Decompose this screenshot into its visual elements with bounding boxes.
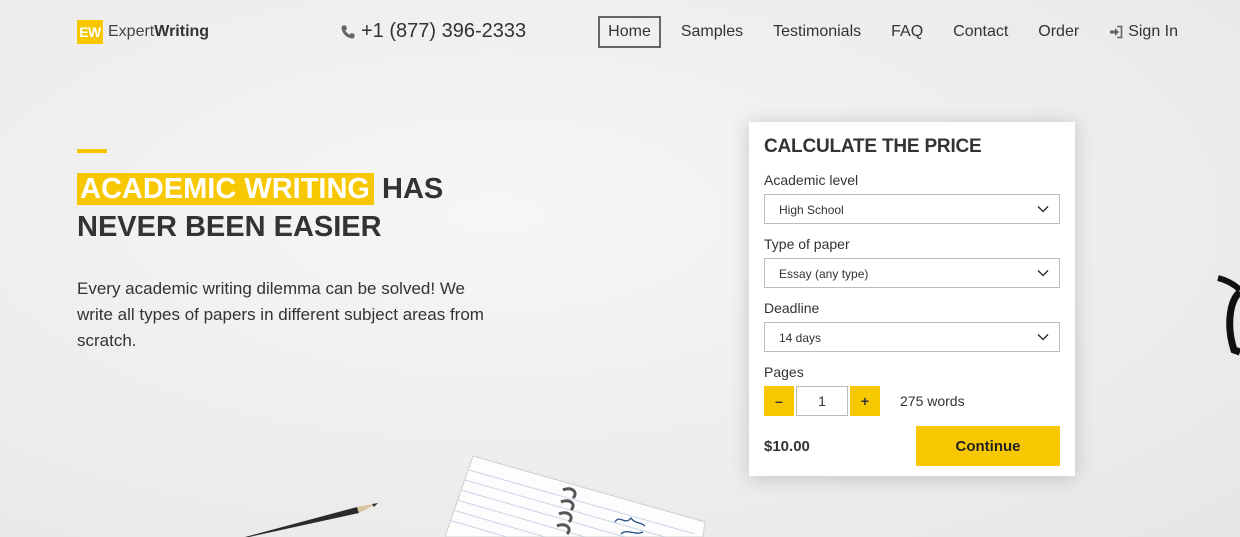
- hero-title-line2: NEVER BEEN EASIER: [77, 211, 382, 243]
- logo-text: ExpertWriting: [108, 23, 209, 41]
- pencil-illustration: [245, 503, 378, 537]
- deadline-label: Deadline: [764, 300, 820, 316]
- phone-text: +1 (877) 396-2333: [361, 20, 527, 42]
- continue-button[interactable]: Continue: [916, 426, 1060, 466]
- main-nav: Home Samples Testimonials FAQ Contact Or…: [588, 16, 1188, 48]
- chevron-down-icon: [1037, 333, 1049, 341]
- academic-level-select[interactable]: High School: [764, 194, 1060, 224]
- site-header: EW ExpertWriting +1 (877) 396-2333 Home …: [0, 0, 1240, 64]
- hero-title: ACADEMIC WRITING HAS NEVER BEEN EASIER: [77, 170, 443, 246]
- academic-level-value: High School: [779, 203, 844, 217]
- hero-description: Every academic writing dilemma can be so…: [77, 279, 484, 350]
- paper-type-label: Type of paper: [764, 236, 850, 252]
- academic-level-label: Academic level: [764, 172, 859, 188]
- nav-order[interactable]: Order: [1028, 16, 1089, 48]
- phone-number[interactable]: +1 (877) 396-2333: [340, 20, 526, 43]
- increment-pages-button[interactable]: +: [850, 386, 880, 416]
- price-calculator: CALCULATE THE PRICE Academic level High …: [749, 122, 1075, 476]
- pages-stepper: – + 275 words: [764, 386, 1060, 416]
- glasses-illustration: [1217, 275, 1240, 356]
- deadline-select[interactable]: 14 days: [764, 322, 1060, 352]
- logo[interactable]: EW ExpertWriting: [77, 20, 209, 44]
- nav-samples[interactable]: Samples: [671, 16, 753, 48]
- calculator-footer: $10.00 Continue: [764, 426, 1060, 466]
- total-price: $10.00: [764, 437, 810, 455]
- notebook-illustration: [445, 455, 706, 537]
- pages-input[interactable]: [796, 386, 848, 416]
- nav-testimonials[interactable]: Testimonials: [763, 16, 871, 48]
- nav-faq[interactable]: FAQ: [881, 16, 933, 48]
- chevron-down-icon: [1037, 269, 1049, 277]
- chevron-down-icon: [1037, 205, 1049, 213]
- nav-contact[interactable]: Contact: [943, 16, 1018, 48]
- decrement-pages-button[interactable]: –: [764, 386, 794, 416]
- hero-title-rest: HAS: [382, 173, 444, 205]
- calculator-title: CALCULATE THE PRICE: [764, 136, 982, 157]
- hero-title-highlight: ACADEMIC WRITING: [77, 173, 374, 205]
- nav-sign-in[interactable]: Sign In: [1099, 16, 1188, 48]
- logo-badge: EW: [77, 20, 103, 44]
- deadline-value: 14 days: [779, 331, 822, 345]
- accent-line: [77, 149, 107, 153]
- paper-type-select[interactable]: Essay (any type): [764, 258, 1060, 288]
- sign-in-icon: [1110, 25, 1123, 39]
- phone-icon: [341, 25, 355, 38]
- logo-text-light: Expert: [108, 23, 155, 40]
- sign-in-label: Sign In: [1128, 23, 1178, 40]
- paper-type-value: Essay (any type): [779, 267, 869, 281]
- pages-label: Pages: [764, 364, 804, 380]
- nav-home[interactable]: Home: [598, 16, 661, 48]
- logo-text-bold: Writing: [154, 23, 210, 40]
- word-count: 275 words: [900, 393, 965, 409]
